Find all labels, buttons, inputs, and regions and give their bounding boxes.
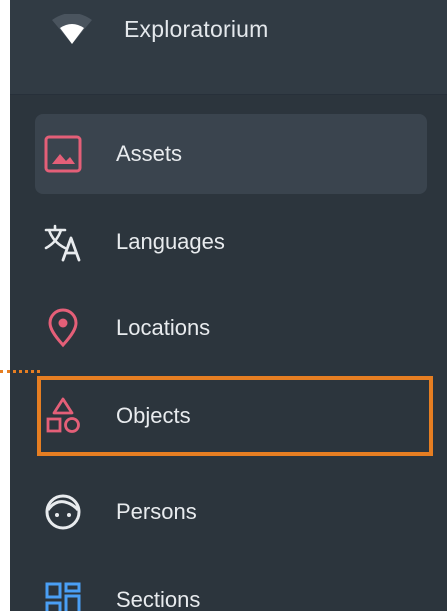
sidebar-item-label: Objects <box>116 403 191 428</box>
sidebar-item-label: Persons <box>116 499 197 524</box>
sidebar-item-persons[interactable]: Persons <box>35 472 427 552</box>
sidebar-item-label: Locations <box>116 315 211 340</box>
shapes-icon <box>46 397 80 433</box>
grid-layout-icon <box>45 582 81 611</box>
image-icon <box>44 135 82 173</box>
sidebar-header: Exploratorium <box>10 0 447 95</box>
sidebar-item-objects[interactable]: Objects <box>35 376 427 456</box>
face-icon <box>45 494 81 530</box>
sidebar-item-sections[interactable]: Sections <box>35 560 427 611</box>
sidebar-item-locations[interactable]: Locations <box>35 288 427 368</box>
app-title: Exploratorium <box>124 16 269 42</box>
sidebar-item-label: Languages <box>116 229 225 254</box>
screenshot-canvas: Exploratorium Assets Languages Locations <box>0 0 447 611</box>
map-pin-icon <box>48 308 78 348</box>
annotation-connector <box>0 370 40 373</box>
wifi-logo-icon <box>52 14 92 44</box>
sidebar-item-assets[interactable]: Assets <box>35 114 427 194</box>
sidebar: Exploratorium Assets Languages Locations <box>10 0 447 611</box>
sidebar-item-languages[interactable]: Languages <box>35 202 427 282</box>
sidebar-item-label: Sections <box>116 587 201 611</box>
sidebar-item-label: Assets <box>116 141 183 166</box>
translate-icon <box>44 224 81 262</box>
